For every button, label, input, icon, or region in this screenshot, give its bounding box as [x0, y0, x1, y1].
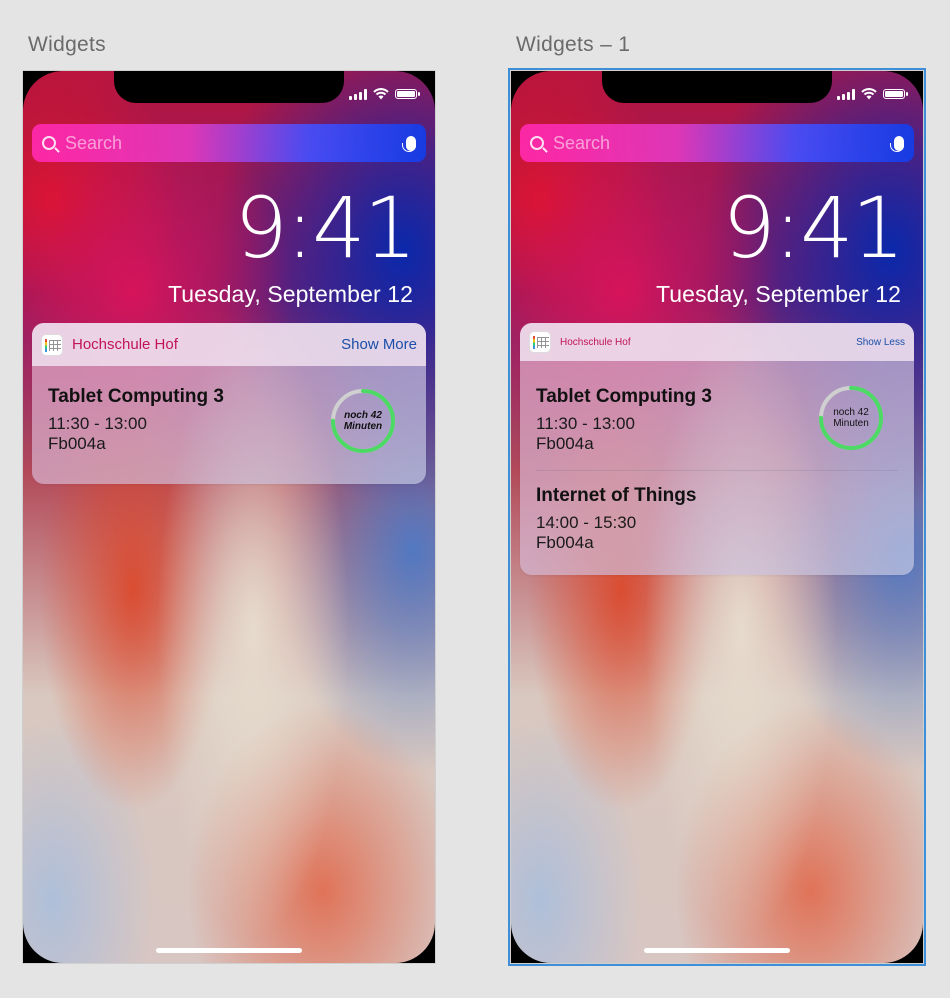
countdown-line1: noch 42 — [344, 410, 382, 421]
show-more-button[interactable]: Show More — [341, 336, 417, 353]
search-input[interactable]: Search — [553, 133, 894, 154]
event-title: Internet of Things — [536, 485, 697, 506]
signal-bars-icon — [837, 88, 855, 100]
countdown-ring: noch 42 Minuten — [330, 388, 396, 454]
wifi-icon — [373, 88, 389, 100]
status-bar — [837, 88, 908, 100]
battery-icon — [395, 89, 420, 99]
search-icon — [42, 136, 56, 150]
artboard-label-widgets-1: Widgets – 1 — [516, 33, 631, 56]
event-room: Fb004a — [536, 533, 594, 552]
signal-bars-icon — [349, 88, 367, 100]
search-icon — [530, 136, 544, 150]
event-time: 14:00 - 15:30 — [536, 513, 637, 532]
widget-app-name: Hochschule Hof — [72, 336, 178, 353]
home-indicator[interactable] — [644, 948, 790, 953]
home-indicator[interactable] — [156, 948, 302, 953]
widget-header: Hochschule Hof Show More — [32, 323, 426, 366]
event-item[interactable]: Tablet Computing 3 11:30 - 13:00 Fb004a … — [536, 361, 898, 470]
artboard-widgets[interactable]: Search 9:41 Tuesday, September 12 Hochsc… — [22, 70, 436, 964]
clock-date: Tuesday, September 12 — [167, 281, 413, 307]
search-bar[interactable]: Search — [520, 124, 914, 162]
schedule-widget[interactable]: Hochschule Hof Show More Tablet Computin… — [32, 323, 426, 484]
microphone-icon[interactable] — [402, 135, 416, 152]
widget-body: Tablet Computing 3 11:30 - 13:00 Fb004a … — [520, 361, 914, 575]
event-item[interactable]: Tablet Computing 3 11:30 - 13:00 Fb004a … — [48, 366, 410, 484]
countdown-line2: Minuten — [833, 418, 869, 429]
widget-app-name: Hochschule Hof — [560, 336, 631, 348]
lock-screen: Search 9:41 Tuesday, September 12 Hochsc… — [23, 71, 435, 963]
countdown-ring: noch 42 Minuten — [818, 385, 884, 451]
clock-date: Tuesday, September 12 — [655, 281, 901, 307]
widget-body: Tablet Computing 3 11:30 - 13:00 Fb004a … — [32, 366, 426, 484]
calendar-app-icon — [529, 331, 551, 353]
notch — [114, 71, 344, 103]
schedule-widget[interactable]: Hochschule Hof Show Less Tablet Computin… — [520, 323, 914, 575]
show-less-button[interactable]: Show Less — [856, 337, 905, 348]
widget-header: Hochschule Hof Show Less — [520, 323, 914, 361]
wifi-icon — [861, 88, 877, 100]
artboard-widgets-1[interactable]: Search 9:41 Tuesday, September 12 Hochsc… — [508, 68, 926, 966]
countdown-line2: Minuten — [343, 421, 383, 432]
microphone-icon[interactable] — [890, 135, 904, 152]
clock-time: 9:41 — [234, 179, 417, 277]
calendar-app-icon — [41, 333, 63, 356]
status-bar — [349, 88, 420, 100]
event-item[interactable]: Internet of Things 14:00 - 15:30 Fb004a — [536, 470, 898, 575]
search-input[interactable]: Search — [65, 133, 406, 154]
countdown-line1: noch 42 — [833, 407, 869, 418]
search-bar[interactable]: Search — [32, 124, 426, 162]
lock-screen: Search 9:41 Tuesday, September 12 Hochsc… — [511, 71, 923, 963]
clock-time: 9:41 — [722, 179, 905, 277]
notch — [602, 71, 832, 103]
battery-icon — [883, 89, 908, 99]
artboard-label-widgets: Widgets — [28, 33, 106, 56]
